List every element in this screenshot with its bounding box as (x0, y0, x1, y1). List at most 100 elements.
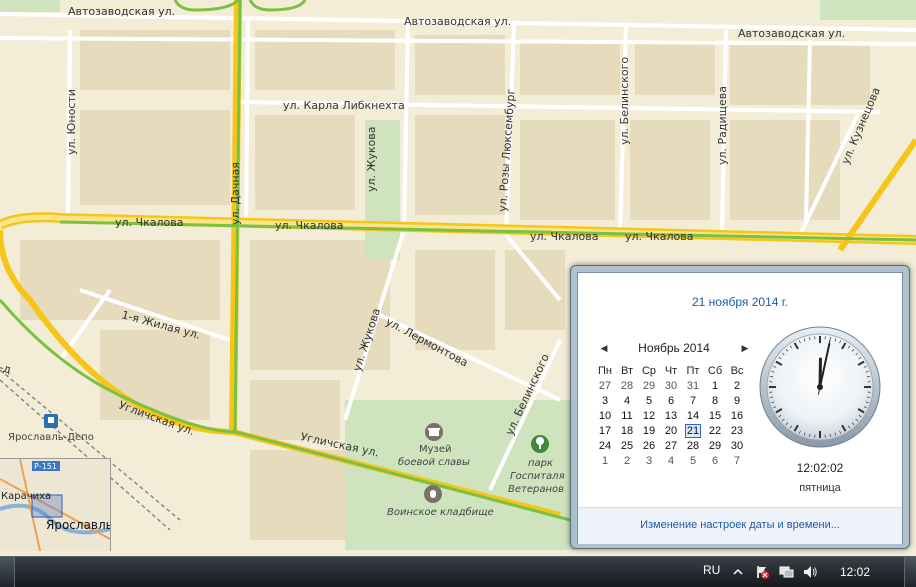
calendar-day[interactable]: 2 (726, 378, 748, 393)
calendar-day[interactable]: 4 (660, 453, 682, 468)
calendar-day[interactable]: 12 (638, 408, 660, 423)
calendar-week-row: 10111213141516 (594, 408, 748, 423)
calendar-day-today[interactable]: 21 (682, 423, 704, 438)
taskbar-clock[interactable]: 12:02 (840, 565, 870, 579)
weekday-label: Ср (638, 363, 660, 378)
language-indicator[interactable]: RU (703, 563, 720, 577)
poi-label: Госпиталя (510, 471, 565, 482)
flyout-panel: 21 ноября 2014 г. ◀ Ноябрь 2014 ▶ ПнВтСр… (577, 272, 903, 544)
calendar-day[interactable]: 6 (704, 453, 726, 468)
weekday-label: Чт (660, 363, 682, 378)
weekday-label: Вс (726, 363, 748, 378)
overview-minimap[interactable]: Р-151 Карачиха Ярославль (0, 458, 111, 551)
poi-label: парк (528, 458, 553, 469)
street-label: ул. Чкалова (530, 230, 598, 243)
street-label: ул. Белинского (618, 57, 631, 145)
calendar-day[interactable]: 7 (726, 453, 748, 468)
street-label: ул. Чкалова (115, 216, 183, 229)
show-hidden-icons-icon[interactable] (730, 564, 746, 580)
calendar-day[interactable]: 5 (638, 393, 660, 408)
calendar-day[interactable]: 6 (660, 393, 682, 408)
calendar-day[interactable]: 29 (638, 378, 660, 393)
weekday-label: Вт (616, 363, 638, 378)
street-label: ул. Чкалова (625, 230, 693, 243)
calendar-day[interactable]: 10 (594, 408, 616, 423)
calendar-header: ◀ Ноябрь 2014 ▶ (594, 341, 754, 357)
road-badge: Р-151 (34, 462, 57, 471)
calendar-day[interactable]: 5 (682, 453, 704, 468)
calendar-day[interactable]: 31 (682, 378, 704, 393)
digital-time: 12:02:02 (758, 461, 882, 475)
poi-label: Музей (419, 444, 452, 455)
day-of-week: пятница (758, 482, 882, 494)
street-label: Автозаводская ул. (68, 5, 175, 18)
month-title[interactable]: Ноябрь 2014 (594, 341, 754, 355)
poi-label: Ветеранов (508, 484, 564, 495)
weekday-header-row: ПнВтСрЧтПтСбВс (594, 363, 748, 378)
calendar-day[interactable]: 25 (616, 438, 638, 453)
calendar-day[interactable]: 9 (726, 393, 748, 408)
calendar-week-row: 3456789 (594, 393, 748, 408)
calendar-day[interactable]: 26 (638, 438, 660, 453)
calendar-day[interactable]: 1 (594, 453, 616, 468)
calendar-day[interactable]: 8 (704, 393, 726, 408)
volume-icon[interactable] (802, 564, 818, 580)
calendar-day[interactable]: 2 (616, 453, 638, 468)
calendar-day[interactable]: 27 (660, 438, 682, 453)
calendar-day[interactable]: 4 (616, 393, 638, 408)
calendar-day[interactable]: 18 (616, 423, 638, 438)
calendar-day[interactable]: 30 (660, 378, 682, 393)
calendar-day[interactable]: 30 (726, 438, 748, 453)
weekday-label: Пн (594, 363, 616, 378)
weekday-label: Пт (682, 363, 704, 378)
calendar-day[interactable]: 29 (704, 438, 726, 453)
minimap-graphic: Р-151 Карачиха Ярославль (0, 459, 110, 551)
network-icon[interactable] (778, 564, 794, 580)
poi-label: боевой славы (398, 456, 470, 468)
current-date-link[interactable]: 21 ноября 2014 г. (578, 295, 902, 309)
calendar-day[interactable]: 28 (682, 438, 704, 453)
street-label: ул. Юности (65, 89, 78, 155)
change-date-time-settings-link[interactable]: Изменение настроек даты и времени... (578, 519, 902, 531)
calendar-day[interactable]: 28 (616, 378, 638, 393)
street-label: ул. Чкалова (275, 219, 343, 232)
weekday-label: Сб (704, 363, 726, 378)
date-time-flyout: 21 ноября 2014 г. ◀ Ноябрь 2014 ▶ ПнВтСр… (570, 265, 910, 549)
calendar-week-row: 24252627282930 (594, 438, 748, 453)
action-center-icon[interactable] (754, 564, 770, 580)
poi-label: Воинское кладбище (387, 506, 494, 518)
calendar-day[interactable]: 13 (660, 408, 682, 423)
minimap-label: Ярославль (46, 518, 110, 532)
street-label: ул. Карла Либкнехта (283, 99, 405, 112)
taskbar-left-edge[interactable] (0, 557, 15, 587)
chevron-right-icon[interactable]: ▶ (739, 341, 751, 355)
calendar-day[interactable]: 17 (594, 423, 616, 438)
calendar-week-row: 17181920212223 (594, 423, 748, 438)
calendar-week-row: 1234567 (594, 453, 748, 468)
calendar-week-row: 272829303112 (594, 378, 748, 393)
calendar-day[interactable]: 15 (704, 408, 726, 423)
minimap-label: Карачиха (1, 491, 51, 502)
calendar-day[interactable]: 24 (594, 438, 616, 453)
street-label: ул. Дачная (229, 162, 242, 225)
calendar-grid: ПнВтСрЧтПтСбВс 2728293031123456789101112… (594, 363, 748, 468)
calendar-day[interactable]: 27 (594, 378, 616, 393)
street-label: Автозаводская ул. (404, 15, 511, 28)
calendar-day[interactable]: 1 (704, 378, 726, 393)
taskbar: RU 12:02 (0, 556, 916, 587)
show-desktop-button[interactable] (904, 557, 916, 587)
street-label: ул. Жукова (365, 127, 378, 193)
calendar-day[interactable]: 3 (594, 393, 616, 408)
calendar-day[interactable]: 23 (726, 423, 748, 438)
calendar-day[interactable]: 19 (638, 423, 660, 438)
street-label: Автозаводская ул. (738, 27, 845, 40)
street-label: ул. Радищева (716, 86, 729, 165)
calendar-day[interactable]: 22 (704, 423, 726, 438)
calendar-day[interactable]: 20 (660, 423, 682, 438)
calendar-day[interactable]: 16 (726, 408, 748, 423)
calendar-day[interactable]: 7 (682, 393, 704, 408)
calendar-day[interactable]: 14 (682, 408, 704, 423)
analog-clock (758, 325, 882, 449)
calendar-day[interactable]: 3 (638, 453, 660, 468)
calendar-day[interactable]: 11 (616, 408, 638, 423)
